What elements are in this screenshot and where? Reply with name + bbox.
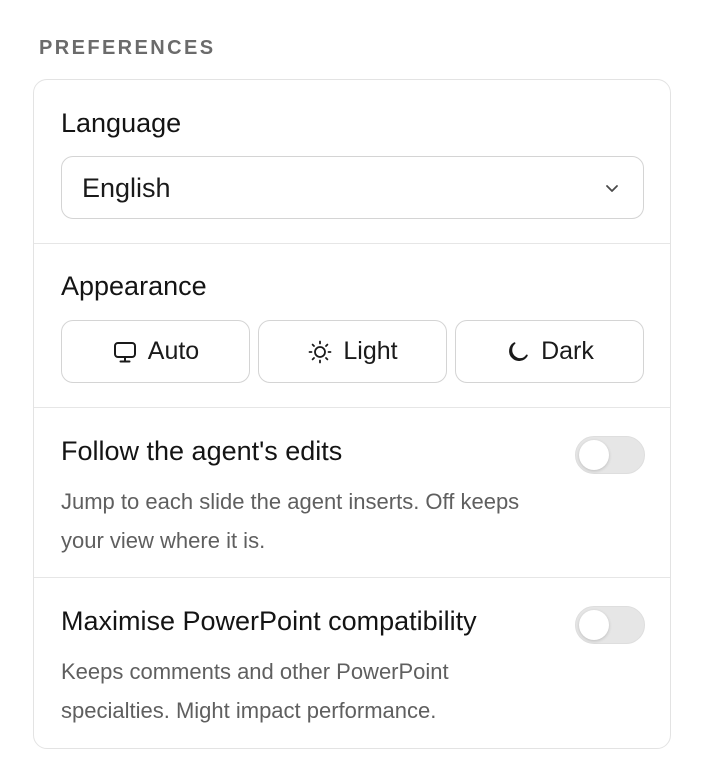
appearance-auto-button[interactable]: Auto — [61, 320, 250, 383]
appearance-light-button[interactable]: Light — [258, 320, 447, 383]
appearance-light-label: Light — [343, 337, 398, 365]
follow-edits-title: Follow the agent's edits — [61, 436, 343, 466]
appearance-row: Appearance Auto Light Dark — [34, 244, 670, 408]
section-heading: PREFERENCES — [39, 37, 216, 59]
language-row: Language English — [34, 80, 670, 244]
appearance-dark-label: Dark — [541, 337, 594, 365]
compatibility-description: Keeps comments and other PowerPoint spec… — [61, 659, 449, 723]
follow-edits-description: Jump to each slide the agent inserts. Of… — [61, 489, 520, 553]
compatibility-title: Maximise PowerPoint compatibility — [61, 606, 477, 636]
follow-edits-toggle[interactable] — [575, 436, 645, 474]
toggle-knob — [579, 610, 609, 640]
language-label: Language — [61, 108, 182, 138]
monitor-icon — [113, 341, 136, 362]
toggle-knob — [579, 440, 609, 470]
preferences-card: Language English Appearance Auto Light D… — [33, 79, 671, 749]
compatibility-toggle[interactable] — [575, 606, 645, 644]
chevron-down-icon — [606, 185, 618, 192]
follow-edits-row: Follow the agent's edits Jump to each sl… — [34, 408, 670, 578]
language-select-value: English — [82, 173, 171, 203]
compatibility-row: Maximise PowerPoint compatibility Keeps … — [34, 578, 670, 748]
appearance-auto-label: Auto — [147, 337, 200, 365]
moon-icon — [509, 341, 528, 361]
appearance-label: Appearance — [61, 271, 207, 301]
appearance-dark-button[interactable]: Dark — [455, 320, 644, 383]
sun-icon — [308, 340, 332, 363]
language-select[interactable]: English — [61, 156, 644, 219]
